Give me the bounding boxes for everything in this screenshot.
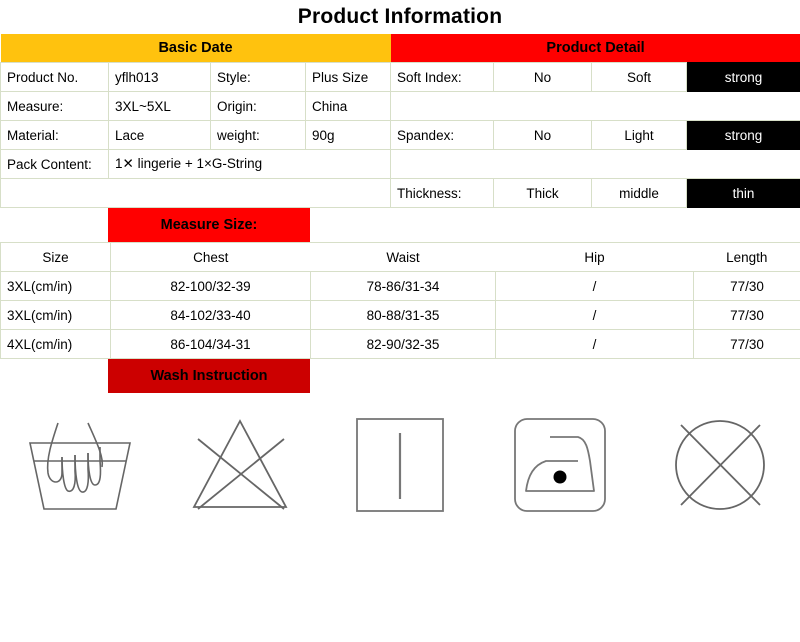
field-label-origin: Origin:: [210, 91, 306, 121]
measure-size-banner-wrap: Measure Size:: [0, 208, 800, 242]
drip-dry-icon: [356, 417, 444, 512]
basic-date-header: Basic Date: [0, 34, 391, 63]
field-label-product-no: Product No.: [0, 62, 109, 92]
table-row: Pack Content: 1✕ lingerie + 1×G-String: [0, 149, 800, 179]
thickness-option-thick[interactable]: Thick: [493, 178, 593, 208]
specification-table: Basic Date Product Detail Product No. yf…: [0, 34, 800, 208]
measure-chest-value: 82-100/32-39: [110, 271, 311, 301]
hand-wash-icon: [29, 422, 131, 510]
basic-spacer-cell: [0, 178, 392, 208]
soft-index-option-strong-selected[interactable]: strong: [686, 62, 800, 92]
measure-chest-value: 86-104/34-31: [110, 329, 311, 359]
measure-size-table: Size Chest Waist Hip Length 3XL(cm/in) 8…: [0, 242, 800, 359]
column-header-length: Length: [693, 242, 800, 272]
measure-length-value: 77/30: [693, 300, 800, 330]
field-label-soft-index: Soft Index:: [390, 62, 495, 92]
field-value-style: Plus Size: [304, 62, 392, 92]
measure-chest-value: 84-102/33-40: [110, 300, 311, 330]
column-header-size: Size: [0, 242, 111, 272]
field-value-material: Lace: [108, 120, 211, 150]
measure-waist-value: 82-90/32-35: [310, 329, 496, 359]
spandex-option-strong-selected[interactable]: strong: [686, 120, 800, 150]
field-label-material: Material:: [0, 120, 109, 150]
measure-length-value: 77/30: [693, 329, 800, 359]
section-header-row: Basic Date Product Detail: [0, 34, 800, 63]
iron-low-heat-icon: [514, 417, 606, 512]
hand-wash-icon-cell: [5, 407, 155, 522]
column-header-hip: Hip: [495, 242, 694, 272]
measure-size-banner: Measure Size:: [108, 208, 310, 242]
wash-care-icon-row: [0, 393, 800, 522]
measure-waist-value: 80-88/31-35: [310, 300, 496, 330]
field-value-origin: China: [304, 91, 392, 121]
field-label-style: Style:: [210, 62, 306, 92]
field-label-weight: weight:: [210, 120, 306, 150]
field-label-pack-content: Pack Content:: [0, 149, 109, 179]
wash-instruction-banner-wrap: Wash Instruction: [0, 359, 800, 393]
field-value-measure: 3XL~5XL: [108, 91, 211, 121]
measure-hip-value: /: [495, 329, 694, 359]
field-label-spandex: Spandex:: [390, 120, 495, 150]
measure-size-label: 3XL(cm/in): [0, 300, 111, 330]
column-header-chest: Chest: [110, 242, 311, 272]
measure-size-label: 3XL(cm/in): [0, 271, 111, 301]
soft-index-option-no[interactable]: No: [493, 62, 593, 92]
thickness-option-thin-selected[interactable]: thin: [686, 178, 800, 208]
table-row: Material: Lace weight: 90g Spandex: No L…: [0, 120, 800, 150]
column-header-waist: Waist: [310, 242, 496, 272]
do-not-dry-clean-icon: [675, 419, 765, 510]
wash-instruction-banner: Wash Instruction: [108, 359, 310, 393]
field-value-pack-content: 1✕ lingerie + 1×G-String: [107, 149, 392, 179]
measure-hip-value: /: [495, 271, 694, 301]
thickness-option-middle[interactable]: middle: [591, 178, 688, 208]
table-row: 4XL(cm/in) 86-104/34-31 82-90/32-35 / 77…: [0, 329, 800, 359]
table-row: 3XL(cm/in) 84-102/33-40 80-88/31-35 / 77…: [0, 300, 800, 330]
drip-dry-icon-cell: [325, 407, 475, 522]
soft-index-option-soft[interactable]: Soft: [591, 62, 688, 92]
page-title: Product Information: [297, 5, 503, 28]
field-value-weight: 90g: [304, 120, 392, 150]
iron-low-heat-icon-cell: [485, 407, 635, 522]
field-label-measure: Measure:: [0, 91, 109, 121]
measure-size-label: 4XL(cm/in): [0, 329, 111, 359]
spandex-option-light[interactable]: Light: [591, 120, 688, 150]
product-detail-header: Product Detail: [390, 34, 800, 63]
do-not-bleach-icon-cell: [165, 407, 315, 522]
measure-hip-value: /: [495, 300, 694, 330]
field-value-product-no: yflh013: [108, 62, 211, 92]
detail-spacer-cell: [390, 149, 800, 179]
table-row: Product No. yflh013 Style: Plus Size Sof…: [0, 62, 800, 92]
table-row: Thickness: Thick middle thin: [0, 178, 800, 208]
do-not-dry-clean-icon-cell: [645, 407, 795, 522]
field-label-thickness: Thickness:: [390, 178, 495, 208]
spandex-option-no[interactable]: No: [493, 120, 593, 150]
table-row: Measure: 3XL~5XL Origin: China: [0, 91, 800, 121]
do-not-bleach-icon: [192, 418, 288, 510]
measure-size-header-row: Size Chest Waist Hip Length: [0, 242, 800, 272]
measure-waist-value: 78-86/31-34: [310, 271, 496, 301]
detail-spacer-cell: [390, 91, 800, 121]
measure-length-value: 77/30: [693, 271, 800, 301]
table-row: 3XL(cm/in) 82-100/32-39 78-86/31-34 / 77…: [0, 271, 800, 301]
